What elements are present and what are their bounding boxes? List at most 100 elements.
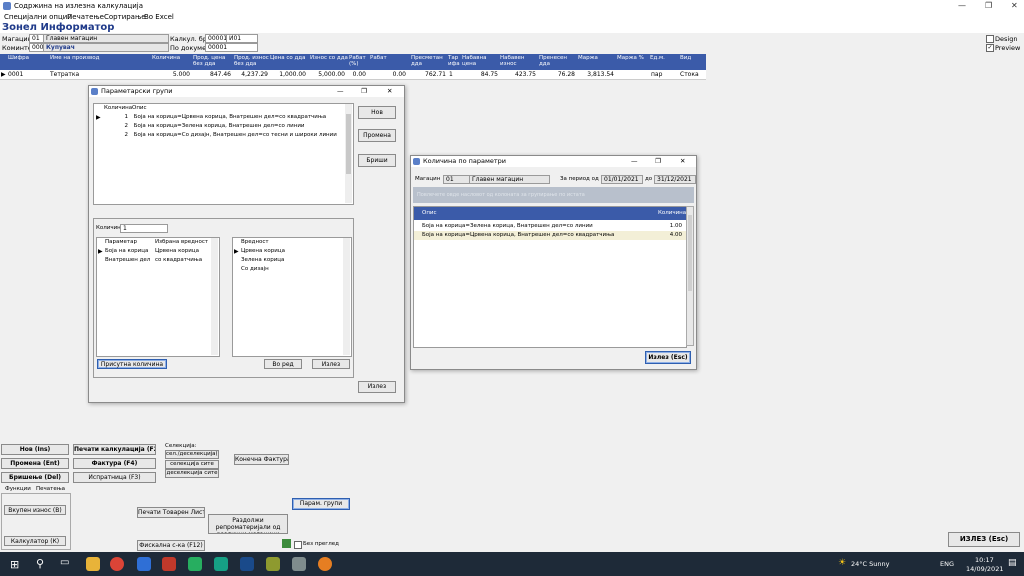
calculator-button[interactable]: Калкулатор (К) [4, 536, 66, 546]
qty-warehouse-code[interactable]: 01 [443, 175, 471, 184]
clock-time[interactable]: 10:17 [975, 556, 994, 564]
qty-field[interactable]: 1 [120, 224, 168, 233]
qty-grid[interactable]: Опис Количина ▶ Боја на корица=Зелена ко… [413, 206, 687, 348]
fiscal-receipt-button[interactable]: Фискална с-ка (F12) [137, 540, 205, 551]
col-purchase-price[interactable]: Набавна цена [462, 55, 498, 67]
assign-qty-button[interactable]: Присутна количина [97, 359, 167, 369]
col-amount-vat[interactable]: Износ со дда [310, 55, 348, 61]
qty-grid-scrollbar[interactable] [686, 206, 694, 346]
qty-col-desc[interactable]: Опис [422, 210, 437, 216]
minimize-button[interactable]: — [958, 1, 966, 10]
warehouse-name-field[interactable]: Главен магацин [43, 34, 169, 43]
select-all-button[interactable]: селекција сите [165, 460, 219, 469]
bottom-delete-button[interactable]: Бришење (Del) [1, 472, 69, 483]
app-icon-teal[interactable] [214, 557, 228, 571]
exit-button[interactable]: Излез [358, 381, 396, 393]
deselect-all-button[interactable]: деселекција сите [165, 469, 219, 478]
calc-suffix-field[interactable]: И01 [226, 34, 258, 43]
date-from-field[interactable]: 01/01/2021 [601, 175, 643, 184]
explorer-icon[interactable] [86, 557, 100, 571]
split-materials-button[interactable]: Раздолжи репроматеријали од различни маг… [208, 514, 288, 534]
col-qty[interactable]: Количина [152, 55, 190, 61]
search-icon[interactable]: ⚲ [36, 557, 44, 570]
app-icon-navy[interactable] [240, 557, 254, 571]
col-margin-pct[interactable]: Маржа % [617, 55, 647, 61]
total-amount-button[interactable]: Вкупен износ (В) [4, 505, 66, 515]
doc-number-field[interactable]: 00001 [205, 43, 258, 52]
print-calc-button[interactable]: Печати калкулација (F2) [73, 444, 156, 455]
close-button[interactable]: ✕ [1011, 1, 1018, 10]
qty-dialog-minimize-button[interactable]: — [631, 156, 638, 167]
app-icon-green[interactable] [188, 557, 202, 571]
no-preview-checkbox[interactable] [294, 541, 302, 549]
col-purchase-amount[interactable]: Набавен износ [500, 55, 536, 67]
list-item[interactable]: Со дизајн [241, 266, 269, 272]
design-checkbox[interactable] [986, 35, 994, 43]
list-item[interactable]: 2 Боја на корица=Со дизајн, Внатрешен де… [104, 132, 344, 138]
col-calc-vat[interactable]: Пресметан дда [411, 55, 447, 67]
list-scrollbar[interactable] [345, 104, 352, 203]
invoice-button[interactable]: Фактура (F4) [73, 458, 156, 469]
param-groups-list[interactable]: Количина Опис ▶ 1 Боја на корица=Црвена … [93, 103, 354, 205]
delete-button[interactable]: Бриши [358, 154, 396, 167]
values-grid[interactable]: Вредност ▶ Црвена корица Зелена корица С… [232, 237, 352, 357]
inner-exit-button[interactable]: Излез [312, 359, 350, 369]
main-exit-button[interactable]: ИЗЛЕЗ (Esc) [948, 532, 1020, 547]
qty-warehouse-name[interactable]: Главен магацин [469, 175, 550, 184]
param-dialog-minimize-button[interactable]: — [337, 86, 344, 97]
col-price-vat[interactable]: Цена со дда [270, 55, 308, 61]
col-margin[interactable]: Маржа [578, 55, 614, 61]
final-invoice-button[interactable]: Конечна Фактура [234, 454, 289, 465]
col-unit[interactable]: Ед.м. [650, 55, 666, 61]
col-discount-pct[interactable]: Рабат (%) [349, 55, 367, 67]
chrome-icon[interactable] [110, 557, 124, 571]
maximize-button[interactable]: ❐ [985, 1, 992, 10]
menu-printing[interactable]: Печатење [67, 13, 104, 21]
tab-printing[interactable]: Печатења [36, 486, 65, 492]
notification-icon[interactable]: ▤ [1008, 558, 1017, 568]
values-scrollbar[interactable] [343, 238, 350, 355]
col-transferred-vat[interactable]: Пренесен дда [539, 55, 575, 67]
task-view-icon[interactable]: ▭ [60, 557, 69, 568]
qty-dialog-close-button[interactable]: ✕ [680, 156, 685, 167]
qty-dialog-maximize-button[interactable]: ❐ [655, 156, 661, 167]
list-scroll-thumb[interactable] [346, 114, 351, 174]
in-order-button[interactable]: Во ред [264, 359, 302, 369]
app-icon-blue[interactable] [137, 557, 151, 571]
partner-name-field[interactable]: Купувач [43, 43, 169, 52]
col-amount[interactable]: Прод. износ без дда [234, 55, 272, 67]
col-discount[interactable]: Рабат [370, 55, 408, 61]
params-scrollbar[interactable] [211, 238, 218, 355]
group-by-panel[interactable]: Повлечете овде насловот од колоната за г… [413, 187, 694, 203]
app-icon-orange[interactable] [318, 557, 332, 571]
col-tariff[interactable]: Тар ифа [448, 55, 460, 67]
qty-col-qty[interactable]: Количина [658, 210, 686, 216]
qty-scroll-thumb[interactable] [688, 215, 692, 291]
edit-button[interactable]: Промена [358, 129, 396, 142]
bottom-new-button[interactable]: Нов (Ins) [1, 444, 69, 455]
menu-special-options[interactable]: Специјални опции [4, 13, 72, 21]
param-dialog-maximize-button[interactable]: ❐ [361, 86, 367, 97]
windows-start-icon[interactable]: ⊞ [10, 558, 19, 571]
tab-functions[interactable]: Функции [5, 486, 31, 492]
menu-excel[interactable]: Во Excel [144, 13, 174, 21]
table-row[interactable]: Боја на корица Црвена корица [105, 248, 215, 254]
col-type[interactable]: Вид [680, 55, 702, 61]
app-icon-red[interactable] [162, 557, 176, 571]
list-item[interactable]: Црвена корица [241, 248, 285, 254]
new-button[interactable]: Нов [358, 106, 396, 119]
col-name[interactable]: Име на производ [50, 55, 148, 61]
toggle-selection-button[interactable]: сел./деселекција(*) [165, 450, 219, 459]
qty-exit-button[interactable]: Излез (Esc) [645, 351, 691, 364]
dispatch-note-button[interactable]: Испратница (F3) [73, 472, 156, 483]
param-dialog-close-button[interactable]: ✕ [387, 86, 392, 97]
list-item[interactable]: Зелена корица [241, 257, 284, 263]
app-icon-gray[interactable] [292, 557, 306, 571]
col-code[interactable]: Шифра [8, 55, 48, 61]
col-price[interactable]: Прод. цена без дда [193, 55, 231, 67]
print-waybill-button[interactable]: Печати Товарен Лист [137, 507, 205, 518]
table-row[interactable]: ▶ 0001 Тетратка 5.000 847.46 4,237.29 1,… [0, 70, 706, 80]
bottom-edit-button[interactable]: Промена (Ent) [1, 458, 69, 469]
menu-sorting[interactable]: Сортирање [104, 13, 146, 21]
param-groups-button[interactable]: Парам. групи [292, 498, 350, 510]
